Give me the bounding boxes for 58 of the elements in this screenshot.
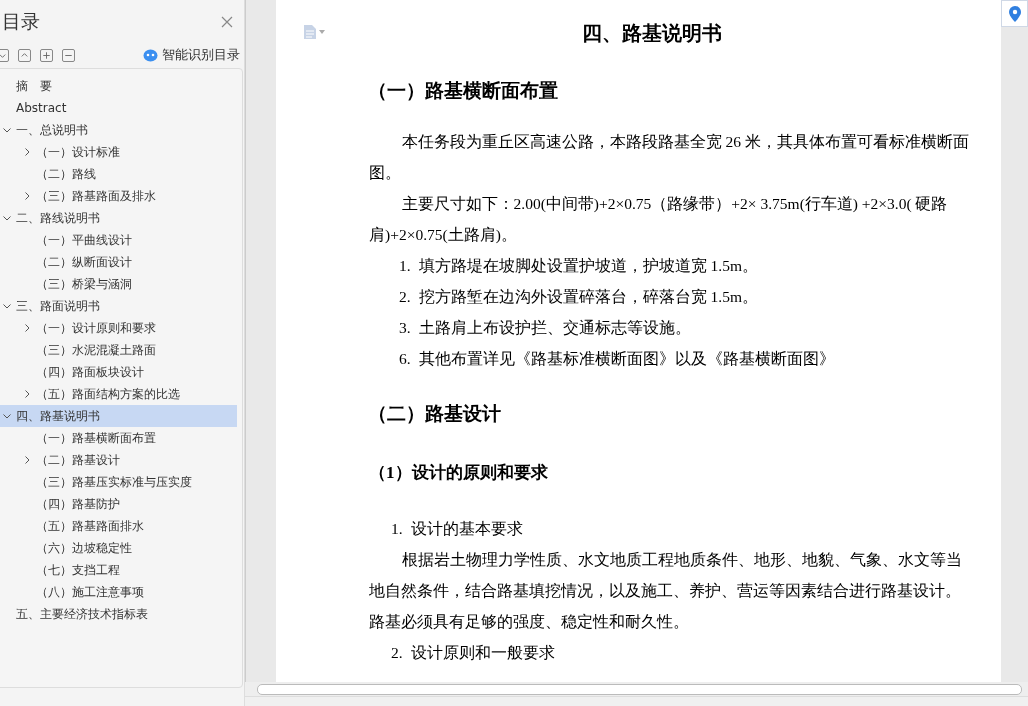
toc-item[interactable]: 一、总说明书 [0, 119, 237, 141]
collapse-button[interactable] [18, 48, 31, 62]
plus-icon [41, 49, 52, 61]
toc-item[interactable]: 三、路面说明书 [0, 295, 237, 317]
toc-item[interactable]: （八）施工注意事项 [0, 581, 237, 603]
toc-item[interactable]: （一）平曲线设计 [0, 229, 237, 251]
location-pin-icon [1008, 5, 1021, 22]
list-item-text: 土路肩上布设护拦、交通标志等设施。 [418, 318, 691, 338]
toc-item[interactable]: （二）纵断面设计 [0, 251, 237, 273]
collapse-level-button[interactable] [62, 48, 75, 62]
list-item-text: 其他布置详见《路基标准横断面图》以及《路基横断面图》 [418, 349, 835, 369]
toc-item[interactable]: （五）路面结构方案的比选 [0, 383, 237, 405]
toc-item[interactable]: （五）路基路面排水 [0, 515, 237, 537]
list-number: 2. [391, 643, 403, 663]
close-button[interactable] [220, 15, 234, 29]
list-item-text: 填方路堤在坡脚处设置护坡道，护坡道宽 1.5m。 [418, 256, 758, 276]
collapse-all-button[interactable] [0, 48, 9, 62]
toc-item[interactable]: （一）设计标准 [0, 141, 237, 163]
list-item-text: 挖方路堑在边沟外设置碎落台，碎落台宽 1.5m。 [418, 287, 758, 307]
subsection-heading: （1）设计的原则和要求 [369, 462, 549, 484]
toc-item[interactable]: Abstract [0, 97, 237, 119]
toc-item[interactable]: （一）设计原则和要求 [0, 317, 237, 339]
caret-down-icon [319, 30, 325, 34]
smart-toc-button[interactable]: 智能识别目录 [143, 46, 240, 64]
location-pin-button[interactable] [1001, 0, 1028, 27]
toc-item[interactable]: （四）路面板块设计 [0, 361, 237, 383]
toc-item[interactable]: 摘 要 [0, 75, 237, 97]
document-title: 四、路基说明书 [580, 21, 723, 46]
toc-item[interactable]: （二）路基设计 [0, 449, 237, 471]
list-number: 1. [391, 519, 403, 539]
robot-icon [143, 48, 158, 62]
toc-item[interactable]: （三）桥梁与涵洞 [0, 273, 237, 295]
list-number: 1. [399, 256, 411, 276]
toc-item[interactable]: 四、路基说明书 [0, 405, 237, 427]
toc-item[interactable]: （四）路基防护 [0, 493, 237, 515]
paragraph: 根据岩土物理力学性质、水文地质工程地质条件、地形、地貌、气象、水文等当地自然条件，结合路基填挖情况，以及施工、养护、营运等因素结合进行路基设计。路基必须具有足够的强度、稳定性和耐久性。 [369, 550, 963, 632]
list-item-text: 设计原则和一般要求 [410, 643, 555, 663]
toc-item[interactable]: （三）路基路面及排水 [0, 185, 237, 207]
list-item-text: 设计的基本要求 [410, 519, 523, 539]
toc-item[interactable]: （三）路基压实标准与压实度 [0, 471, 237, 493]
horizontal-scrollbar[interactable] [257, 683, 1022, 695]
list-number: 6. [399, 349, 411, 369]
list-number: 2. [399, 287, 411, 307]
expand-button[interactable] [40, 48, 53, 62]
paragraph: 本任务段为重丘区高速公路，本路段路基全宽 26 米，其具体布置可看标准横断面图。 [369, 132, 969, 183]
toc-item[interactable]: 五、主要经济技术指标表 [0, 603, 237, 625]
section-heading: （一）路基横断面布置 [368, 79, 559, 103]
section-heading: （二）路基设计 [368, 402, 502, 426]
list-number: 3. [399, 318, 411, 338]
toc-item[interactable]: （三）水泥混凝土路面 [0, 339, 237, 361]
panel-title: 目录 [2, 9, 40, 34]
paragraph: 主要尺寸如下：2.00(中间带)+2×0.75（路缘带）+2× 3.75m(行车道) +2×3.0( 硬路肩)+2×0.75(土路肩)。 [369, 194, 949, 245]
toc-item[interactable]: （一）路基横断面布置 [0, 427, 237, 449]
toc-item[interactable]: （六）边坡稳定性 [0, 537, 237, 559]
toc-item[interactable]: 二、路线说明书 [0, 207, 237, 229]
document-icon [303, 24, 317, 40]
toc-item[interactable]: （二）路线 [0, 163, 237, 185]
toc-item[interactable]: （七）支挡工程 [0, 559, 237, 581]
